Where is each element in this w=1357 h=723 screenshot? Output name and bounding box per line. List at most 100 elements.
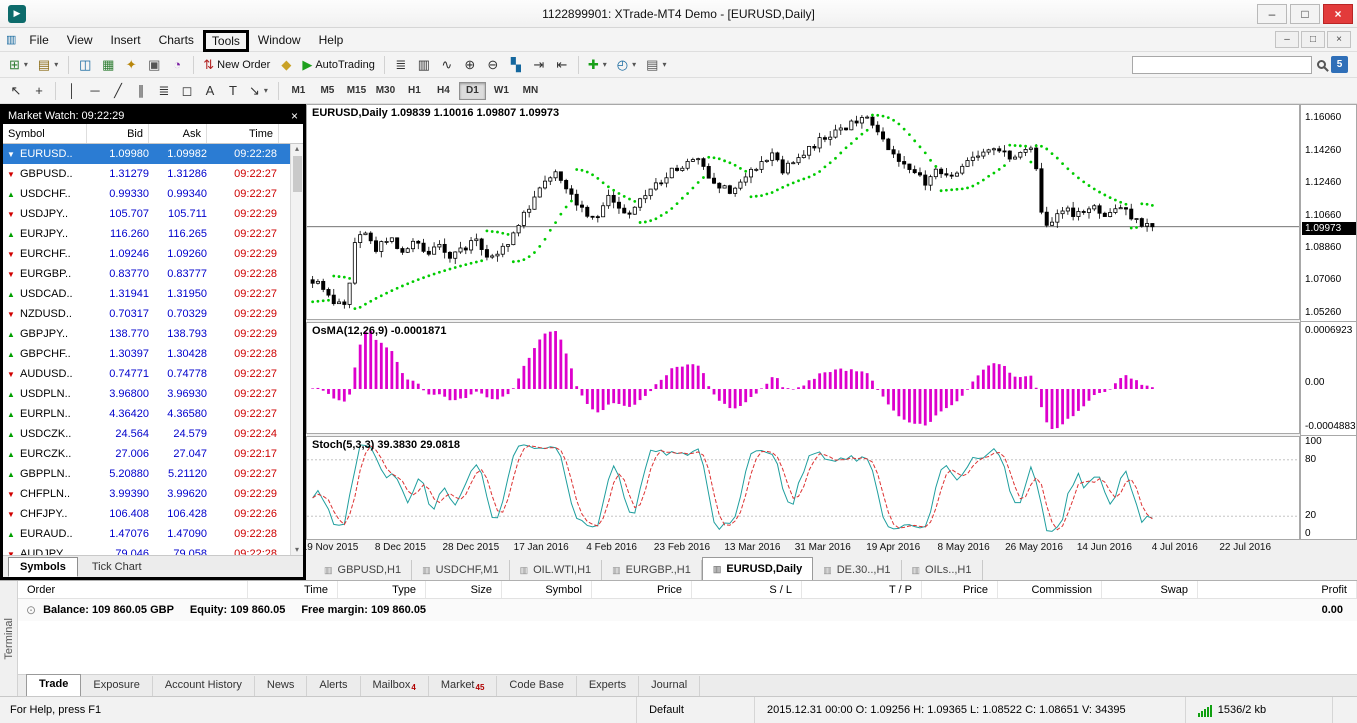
- new-chart-button[interactable]: ⊞▾: [5, 55, 33, 75]
- channel-button[interactable]: ∥: [130, 81, 152, 101]
- profiles-button[interactable]: ▤▾: [34, 55, 63, 75]
- mw-tab-symbols[interactable]: Symbols: [8, 557, 78, 577]
- market-watch-row[interactable]: ▼EURUSD..1.099801.0998209:22:28: [3, 144, 303, 164]
- terminal-tab-code-base[interactable]: Code Base: [497, 676, 576, 696]
- chart-tab-eurusd-daily[interactable]: ▥EURUSD,Daily: [702, 557, 813, 580]
- mw-tab-tick-chart[interactable]: Tick Chart: [80, 557, 154, 577]
- market-watch-row[interactable]: ▲GBPCHF..1.303971.3042809:22:28: [3, 344, 303, 364]
- new-order-button[interactable]: ⇅New Order: [199, 55, 274, 75]
- timeframe-m15[interactable]: M15: [343, 82, 370, 100]
- market-watch-row[interactable]: ▼NZDUSD..0.703170.7032909:22:29: [3, 304, 303, 324]
- market-watch-row[interactable]: ▼GBPUSD..1.312791.3128609:22:27: [3, 164, 303, 184]
- terminal-column-type-2[interactable]: Type: [338, 581, 426, 598]
- text-label-button[interactable]: T: [222, 81, 244, 101]
- crosshair-tool-button[interactable]: +: [28, 81, 50, 101]
- navigator-toggle-button[interactable]: ✦: [120, 55, 142, 75]
- fibonacci-button[interactable]: ≣: [153, 81, 175, 101]
- trendline-button[interactable]: ╱: [107, 81, 129, 101]
- horizontal-line-button[interactable]: ─: [84, 81, 106, 101]
- child-window-icon[interactable]: ▥: [6, 33, 16, 46]
- terminal-column-swap-10[interactable]: Swap: [1102, 581, 1198, 598]
- market-watch-row[interactable]: ▲USDPLN..3.968003.9693009:22:27: [3, 384, 303, 404]
- market-watch-row[interactable]: ▼AUDUSD..0.747710.7477809:22:27: [3, 364, 303, 384]
- market-watch-row[interactable]: ▲GBPJPY..138.770138.79309:22:29: [3, 324, 303, 344]
- terminal-tab-alerts[interactable]: Alerts: [307, 676, 360, 696]
- timeframe-m1[interactable]: M1: [285, 82, 312, 100]
- indicators-button[interactable]: ✚▾: [584, 55, 612, 75]
- market-watch-row[interactable]: ▲USDCAD..1.319411.3195009:22:27: [3, 284, 303, 304]
- chart-shift-button[interactable]: ⇤: [551, 55, 573, 75]
- market-watch-row[interactable]: ▲EURJPY..116.260116.26509:22:27: [3, 224, 303, 244]
- market-watch-row[interactable]: ▼CHFPLN..3.993903.9962009:22:29: [3, 484, 303, 504]
- market-watch-scrollbar[interactable]: ▴ ▾: [290, 144, 303, 555]
- chart-tab-oils-h1[interactable]: ▥OILs..,H1: [902, 560, 983, 580]
- market-watch-row[interactable]: ▲GBPPLN..5.208805.2112009:22:27: [3, 464, 303, 484]
- mw-column-time[interactable]: Time: [207, 124, 279, 143]
- terminal-column-time-1[interactable]: Time: [248, 581, 338, 598]
- timeframe-m5[interactable]: M5: [314, 82, 341, 100]
- templates-button[interactable]: ▤▾: [642, 55, 671, 75]
- scroll-down-icon[interactable]: ▾: [295, 545, 299, 555]
- status-profile[interactable]: Default: [636, 697, 754, 723]
- scroll-up-icon[interactable]: ▴: [295, 144, 299, 154]
- child-restore-button[interactable]: □: [1301, 31, 1325, 48]
- terminal-tab-news[interactable]: News: [255, 676, 308, 696]
- arrows-button[interactable]: ↘▾: [245, 81, 273, 101]
- candlestick-mode-button[interactable]: ▥: [413, 55, 435, 75]
- data-window-button[interactable]: ▦: [97, 55, 119, 75]
- market-watch-row[interactable]: ▲USDCZK..24.56424.57909:22:24: [3, 424, 303, 444]
- chart-tab-oil-wti-h1[interactable]: ▥OIL.WTI,H1: [510, 560, 603, 580]
- search-input[interactable]: [1132, 56, 1312, 74]
- terminal-tab-account-history[interactable]: Account History: [153, 676, 255, 696]
- market-watch-row[interactable]: ▲EURPLN..4.364204.3658009:22:27: [3, 404, 303, 424]
- shapes-button[interactable]: ◻: [176, 81, 198, 101]
- terminal-tab-market[interactable]: Market45: [429, 676, 498, 696]
- child-close-button[interactable]: ×: [1327, 31, 1351, 48]
- osma-svg[interactable]: [307, 323, 1299, 433]
- terminal-tab-trade[interactable]: Trade: [26, 674, 81, 696]
- close-icon[interactable]: ×: [291, 110, 298, 122]
- search-results-badge[interactable]: 5: [1331, 56, 1348, 73]
- terminal-column-price-5[interactable]: Price: [592, 581, 692, 598]
- tile-windows-button[interactable]: ▚: [505, 55, 527, 75]
- mw-column-bid[interactable]: Bid: [87, 124, 149, 143]
- terminal-column-size-3[interactable]: Size: [426, 581, 502, 598]
- chart-tab-de-30-h1[interactable]: ▥DE.30..,H1: [813, 560, 901, 580]
- zoom-out-button[interactable]: ⊖: [482, 55, 504, 75]
- cursor-tool-button[interactable]: ↖: [5, 81, 27, 101]
- child-minimize-button[interactable]: –: [1275, 31, 1299, 48]
- market-watch-row[interactable]: ▲USDCHF..0.993300.9934009:22:27: [3, 184, 303, 204]
- menu-item-insert[interactable]: Insert: [102, 30, 150, 50]
- terminal-column-price-8[interactable]: Price: [922, 581, 998, 598]
- terminal-column-profit-11[interactable]: Profit: [1198, 581, 1357, 598]
- timeframe-h1[interactable]: H1: [401, 82, 428, 100]
- market-watch-row[interactable]: ▼EURCHF..1.092461.0926009:22:29: [3, 244, 303, 264]
- terminal-tab-exposure[interactable]: Exposure: [81, 676, 152, 696]
- autotrading-button[interactable]: ▶AutoTrading: [298, 55, 379, 75]
- market-watch-row[interactable]: ▼EURGBP..0.837700.8377709:22:28: [3, 264, 303, 284]
- close-button[interactable]: ×: [1323, 4, 1353, 24]
- search-icon[interactable]: [1317, 60, 1326, 69]
- maximize-button[interactable]: □: [1290, 4, 1320, 24]
- market-watch-row[interactable]: ▼USDJPY..105.707105.71109:22:29: [3, 204, 303, 224]
- terminal-column-t-p-7[interactable]: T / P: [802, 581, 922, 598]
- main-chart-svg[interactable]: [307, 105, 1299, 319]
- main-chart-panel[interactable]: EURUSD,Daily 1.09839 1.10016 1.09807 1.0…: [306, 104, 1300, 320]
- zoom-in-button[interactable]: ⊕: [459, 55, 481, 75]
- minimize-button[interactable]: –: [1257, 4, 1287, 24]
- chart-tab-usdchf-m1[interactable]: ▥USDCHF,M1: [412, 560, 509, 580]
- text-tool-button[interactable]: A: [199, 81, 221, 101]
- menu-item-help[interactable]: Help: [310, 30, 353, 50]
- terminal-tab-mailbox[interactable]: Mailbox4: [361, 676, 429, 696]
- timeframe-mn[interactable]: MN: [517, 82, 544, 100]
- menu-item-view[interactable]: View: [58, 30, 102, 50]
- terminal-column-commission-9[interactable]: Commission: [998, 581, 1102, 598]
- menu-item-window[interactable]: Window: [249, 30, 310, 50]
- menu-item-file[interactable]: File: [20, 30, 57, 50]
- stoch-svg[interactable]: [307, 437, 1299, 539]
- mw-column-symbol[interactable]: Symbol: [3, 124, 87, 143]
- metaeditor-button[interactable]: ◆: [275, 55, 297, 75]
- terminal-tab-journal[interactable]: Journal: [639, 676, 700, 696]
- market-watch-toggle-button[interactable]: ◫: [74, 55, 96, 75]
- market-watch-row[interactable]: ▼CHFJPY..106.408106.42809:22:26: [3, 504, 303, 524]
